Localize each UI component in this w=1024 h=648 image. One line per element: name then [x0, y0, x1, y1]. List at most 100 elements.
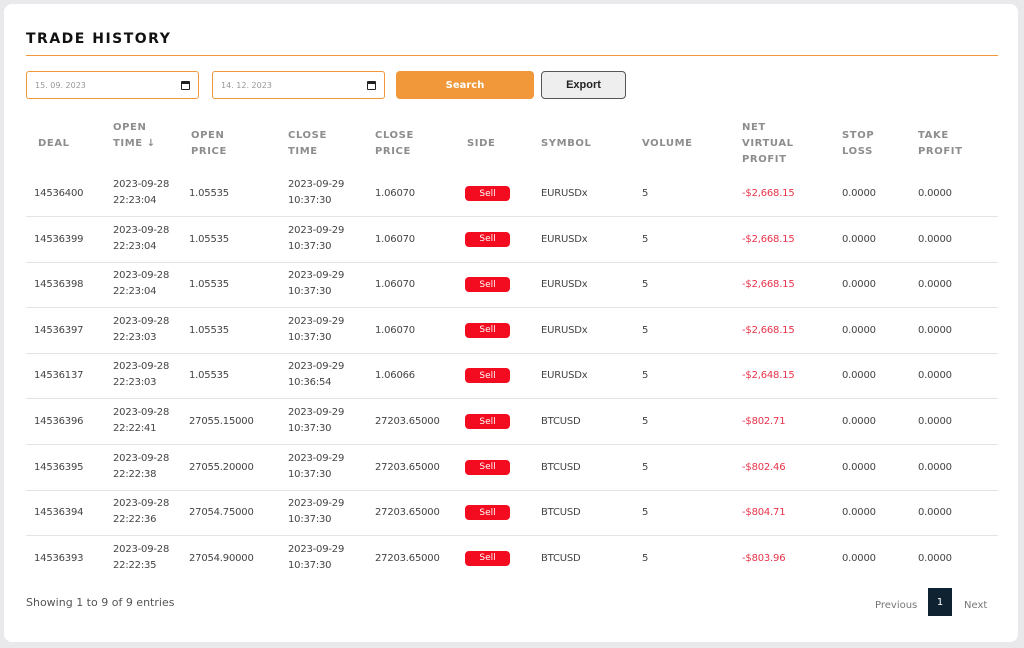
- open-date-cell: 2023-09-28: [113, 179, 170, 190]
- close-price-cell: 27203.65000: [375, 416, 440, 427]
- close-clock-cell: 10:37:30: [288, 514, 332, 526]
- close-price-cell: 1.06070: [375, 233, 415, 245]
- column-header-deal[interactable]: DEAL: [38, 136, 100, 152]
- close-date-cell: 2023-09-29: [288, 179, 345, 190]
- deal-cell: 14536396: [34, 416, 84, 427]
- entries-info: Showing 1 to 9 of 9 entries: [26, 596, 175, 609]
- open-price-cell: 1.05535: [189, 188, 229, 199]
- volume-cell: 5: [642, 416, 649, 427]
- deal-cell: 14536398: [34, 279, 84, 291]
- end-date-value: 14. 12. 2023: [221, 80, 272, 90]
- table-row: 14536394 2023-09-28 22:22:36 27054.75000 202…: [26, 490, 998, 537]
- close-clock-cell: 10:37:30: [288, 240, 332, 252]
- calendar-icon[interactable]: [181, 80, 190, 90]
- export-button[interactable]: Export: [541, 71, 626, 99]
- side-badge: Sell: [465, 414, 510, 429]
- close-date-cell: 2023-09-29: [288, 315, 345, 327]
- table-row: 14536396 2023-09-28 22:22:41 27055.15000 202…: [26, 399, 998, 445]
- close-date-cell: 2023-09-29: [288, 498, 345, 510]
- page-1-button[interactable]: 1: [928, 588, 952, 616]
- next-page-button[interactable]: Next: [964, 600, 987, 611]
- take-profit-cell: 0.0000: [918, 188, 952, 199]
- column-header-side[interactable]: SIDE: [467, 136, 529, 152]
- volume-cell: 5: [642, 188, 649, 199]
- open-price-cell: 1.05535: [189, 233, 229, 245]
- side-badge: Sell: [465, 186, 510, 201]
- column-header-take-profit[interactable]: TAKE PROFIT: [918, 128, 980, 160]
- table-row: 14536395 2023-09-28 22:22:38 27055.20000 202…: [26, 445, 998, 491]
- profit-cell: -$2,648.15: [742, 370, 795, 382]
- volume-cell: 5: [642, 324, 649, 336]
- close-clock-cell: 10:37:30: [288, 286, 332, 298]
- close-price-cell: 1.06070: [375, 188, 415, 199]
- close-price-cell: 27203.65000: [375, 461, 440, 473]
- deal-cell: 14536400: [34, 188, 84, 199]
- stop-loss-cell: 0.0000: [842, 279, 876, 291]
- profit-cell: -$803.96: [742, 552, 786, 564]
- profit-cell: -$802.71: [742, 416, 786, 427]
- take-profit-cell: 0.0000: [918, 370, 952, 382]
- stop-loss-cell: 0.0000: [842, 461, 876, 473]
- profit-cell: -$804.71: [742, 507, 786, 519]
- column-header-close-price[interactable]: CLOSE PRICE: [375, 128, 437, 160]
- open-price-cell: 27055.20000: [189, 461, 254, 473]
- stop-loss-cell: 0.0000: [842, 370, 876, 382]
- stop-loss-cell: 0.0000: [842, 233, 876, 245]
- column-header-open-time[interactable]: OPEN TIME ↓: [113, 120, 165, 152]
- column-header-open-price[interactable]: OPEN PRICE: [191, 128, 253, 160]
- take-profit-cell: 0.0000: [918, 233, 952, 245]
- open-date-cell: 2023-09-28: [113, 270, 170, 282]
- column-header-close-time[interactable]: CLOSE TIME: [288, 128, 350, 160]
- previous-page-button[interactable]: Previous: [875, 600, 917, 611]
- open-clock-cell: 22:23:04: [113, 240, 157, 252]
- deal-cell: 14536395: [34, 461, 84, 473]
- trade-history-card: TRADE HISTORY 15. 09. 2023 14. 12. 2023 …: [4, 4, 1018, 642]
- deal-cell: 14536393: [34, 552, 84, 564]
- table-row: 14536399 2023-09-28 22:23:04 1.05535 2023-09…: [26, 217, 998, 263]
- stop-loss-cell: 0.0000: [842, 188, 876, 199]
- end-date-input[interactable]: 14. 12. 2023: [212, 71, 385, 99]
- take-profit-cell: 0.0000: [918, 324, 952, 336]
- open-price-cell: 1.05535: [189, 324, 229, 336]
- volume-cell: 5: [642, 279, 649, 291]
- side-badge: Sell: [465, 231, 510, 247]
- start-date-input[interactable]: 15. 09. 2023: [26, 71, 199, 99]
- open-date-cell: 2023-09-28: [113, 543, 170, 555]
- symbol-cell: BTCUSD: [541, 416, 581, 427]
- close-price-cell: 27203.65000: [375, 552, 440, 564]
- stop-loss-cell: 0.0000: [842, 324, 876, 336]
- symbol-cell: BTCUSD: [541, 461, 581, 473]
- calendar-icon[interactable]: [367, 80, 376, 90]
- close-price-cell: 1.06070: [375, 279, 415, 291]
- open-price-cell: 1.05535: [189, 279, 229, 291]
- deal-cell: 14536397: [34, 324, 84, 336]
- symbol-cell: BTCUSD: [541, 507, 581, 519]
- close-clock-cell: 10:37:30: [288, 423, 332, 434]
- open-clock-cell: 22:23:04: [113, 195, 157, 206]
- symbol-cell: BTCUSD: [541, 552, 581, 564]
- open-price-cell: 27054.90000: [189, 552, 254, 564]
- table-row: 14536398 2023-09-28 22:23:04 1.05535 2023-09…: [26, 262, 998, 309]
- table-row: 14536393 2023-09-28 22:22:35 27054.90000 202…: [26, 536, 998, 582]
- volume-cell: 5: [642, 507, 649, 519]
- column-header-volume[interactable]: VOLUME: [642, 136, 704, 152]
- column-header-stop-loss[interactable]: STOP LOSS: [842, 128, 904, 160]
- open-date-cell: 2023-09-28: [113, 407, 170, 418]
- table-row: 14536397 2023-09-28 22:23:03 1.05535 2023-09…: [26, 308, 998, 354]
- profit-cell: -$2,668.15: [742, 279, 795, 291]
- deal-cell: 14536137: [34, 370, 84, 382]
- start-date-value: 15. 09. 2023: [35, 80, 86, 90]
- volume-cell: 5: [642, 233, 649, 245]
- side-badge: Sell: [465, 459, 510, 475]
- column-header-symbol[interactable]: SYMBOL: [541, 136, 603, 152]
- table-row: 14536137 2023-09-28 22:23:03 1.05535 2023-09…: [26, 353, 998, 400]
- search-button[interactable]: Search: [396, 71, 534, 99]
- take-profit-cell: 0.0000: [918, 416, 952, 427]
- column-header-net-virtual-profit[interactable]: NET VIRTUAL PROFIT: [742, 120, 804, 168]
- open-clock-cell: 22:23:04: [113, 286, 157, 298]
- open-date-cell: 2023-09-28: [113, 315, 170, 327]
- close-clock-cell: 10:37:30: [288, 331, 332, 343]
- take-profit-cell: 0.0000: [918, 507, 952, 519]
- stop-loss-cell: 0.0000: [842, 552, 876, 564]
- symbol-cell: EURUSDx: [541, 279, 588, 291]
